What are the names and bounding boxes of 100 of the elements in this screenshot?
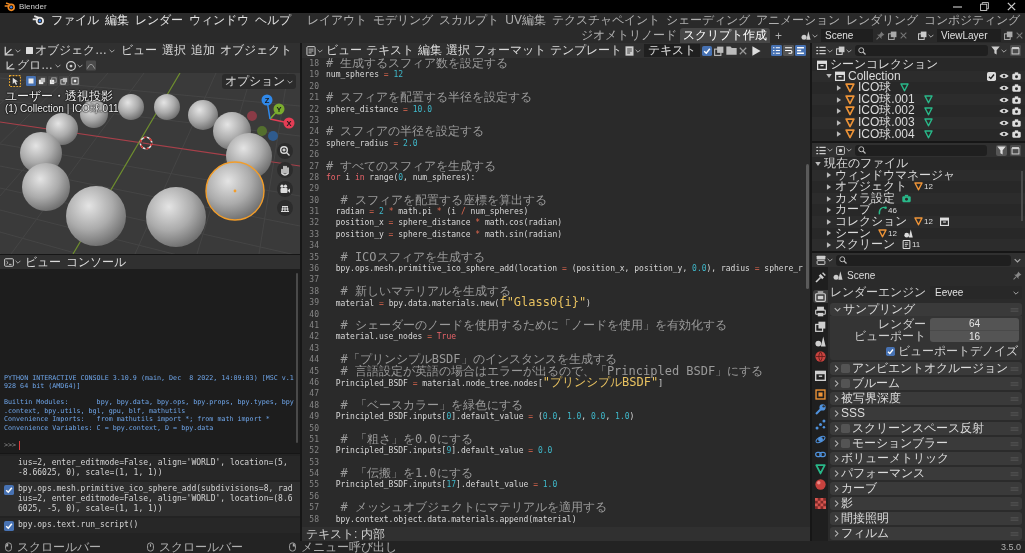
tree-item-label[interactable]: カーブ (835, 204, 871, 216)
workspace-tab[interactable]: コンポジティング (921, 13, 1023, 28)
caret-icon[interactable] (928, 33, 934, 38)
expand-arrow-icon[interactable] (826, 172, 832, 179)
chevron-icon[interactable] (834, 455, 839, 462)
expand-arrow-icon[interactable] (836, 85, 842, 91)
caret-icon[interactable] (77, 63, 83, 68)
stacked-squares-icon[interactable] (714, 45, 724, 56)
text-name-field[interactable]: テキスト (644, 44, 700, 57)
cone-sphere-icon[interactable] (801, 31, 811, 40)
menu-item[interactable]: ビュー (120, 43, 158, 58)
ring-icon[interactable] (66, 60, 76, 71)
panel-header[interactable]: ボリューメトリック (830, 452, 1022, 465)
caret-icon[interactable] (15, 260, 21, 264)
menu-item[interactable]: ファイル (48, 13, 103, 28)
caret-icon[interactable] (846, 48, 852, 53)
stacked-squares-icon[interactable] (918, 31, 927, 40)
blender-file-button[interactable] (836, 145, 852, 155)
panel-header[interactable]: パフォーマンス (830, 467, 1022, 480)
tree-item-label[interactable]: シーンコレクション (830, 59, 938, 71)
restore-icon[interactable] (980, 2, 989, 11)
caret-icon[interactable] (812, 33, 818, 38)
stacked-squares-icon[interactable] (836, 46, 845, 55)
number-field[interactable]: 64 (930, 318, 1019, 330)
caret-icon[interactable] (1013, 290, 1019, 295)
camera-icon[interactable] (1012, 130, 1021, 139)
caret-icon[interactable] (1001, 48, 1007, 53)
camera-icon[interactable] (1012, 107, 1021, 116)
report-row[interactable]: ius=2, enter_editmode=False, align='WORLD', location=(5, -8.66025, 0), scale=(1, 1, 1)) (0, 456, 300, 480)
axes-icon[interactable] (6, 61, 15, 70)
display-mode-button[interactable] (816, 46, 833, 55)
search-field[interactable] (855, 144, 987, 156)
checkbox[interactable] (841, 424, 850, 433)
panel-title[interactable]: SSS (841, 407, 865, 420)
panel-header[interactable]: SSS (830, 407, 1022, 420)
cursor-box-icon[interactable] (9, 75, 21, 87)
workspace-tab[interactable]: スクリプト作成 (680, 28, 770, 43)
list-icon[interactable] (816, 145, 826, 155)
workspace-tab[interactable]: テクスチャペイント (549, 13, 663, 28)
number-field[interactable]: 16 (930, 330, 1019, 342)
squares-icon[interactable] (26, 76, 36, 86)
caret-icon[interactable] (55, 63, 61, 68)
expand-arrow-icon[interactable] (826, 184, 832, 190)
workspace-tab[interactable]: スカルプト (436, 13, 503, 28)
stacked-squares-icon[interactable] (888, 31, 897, 40)
view-layer-button[interactable] (836, 46, 852, 55)
panel-title[interactable]: パフォーマンス (841, 467, 925, 480)
menu-item[interactable]: ヘルプ (252, 13, 295, 28)
panel-title[interactable]: カーブ (841, 482, 877, 495)
squares-icon[interactable] (48, 76, 58, 86)
grid-icon[interactable] (277, 200, 293, 216)
wrap-arrow-icon[interactable] (783, 45, 794, 56)
expand-arrow-icon[interactable] (815, 160, 821, 167)
menu-item[interactable]: テキスト (365, 42, 415, 59)
tree-item-label[interactable]: オブジェクト (835, 181, 907, 193)
chevron-icon[interactable] (834, 440, 839, 447)
panel-title[interactable]: サンプリング (843, 303, 915, 316)
scene-browse-button[interactable] (801, 31, 818, 40)
panel-header[interactable]: 影 (830, 497, 1022, 510)
add-workspace-button[interactable]: + (770, 28, 787, 43)
view-layer-name-field[interactable]: ViewLayer (937, 29, 1001, 42)
search-icon[interactable] (858, 146, 866, 154)
caret-icon[interactable] (827, 258, 833, 262)
menu-item[interactable]: レンダー (132, 13, 187, 28)
camera-icon[interactable] (1012, 84, 1021, 92)
scrollbar-thumb[interactable] (296, 273, 298, 443)
expand-arrow-icon[interactable] (836, 119, 842, 126)
orientation-dropdown[interactable]: グロ… (4, 58, 63, 73)
panel-title[interactable]: アンビエントオクルージョン (852, 362, 1008, 375)
camera-icon[interactable] (1012, 95, 1021, 104)
box-tile-icon[interactable] (1010, 45, 1021, 56)
panel-title[interactable]: ブルーム (852, 377, 900, 390)
expand-arrow-icon[interactable] (826, 218, 832, 225)
list-icon[interactable] (816, 46, 826, 55)
panel-title[interactable]: フィルム (841, 527, 889, 540)
pin-icon[interactable] (876, 31, 885, 40)
chevron-icon[interactable] (834, 410, 839, 417)
workspace-tab[interactable]: アニメーション (753, 13, 843, 28)
caret-icon[interactable] (635, 48, 641, 53)
snap-button[interactable] (66, 58, 83, 73)
tree-item-label[interactable]: シーン (835, 227, 871, 240)
tree-item-label[interactable]: コレクション (835, 215, 907, 228)
panel-title[interactable]: スクリーンスペース反射 (852, 422, 984, 435)
eye-icon[interactable] (999, 131, 1009, 138)
squares-icon[interactable] (37, 76, 47, 86)
caret-icon[interactable] (109, 48, 115, 53)
caret-icon[interactable] (827, 48, 833, 53)
workspace-tab[interactable]: モデリング (370, 13, 437, 28)
play-icon[interactable] (752, 45, 761, 56)
menu-item[interactable]: ウィンドウ (186, 13, 253, 28)
menu-item[interactable]: オブジェクト (219, 43, 293, 58)
chevron-icon[interactable] (834, 395, 839, 402)
search-field[interactable] (855, 45, 988, 56)
report-row[interactable]: bpy.ops.text.run_script() (0, 518, 300, 533)
box-tile-icon[interactable] (1010, 144, 1021, 156)
negative-z-axis-handle[interactable] (268, 131, 278, 141)
checkbox[interactable] (987, 71, 996, 81)
expand-arrow-icon[interactable] (826, 230, 832, 237)
chevron-icon[interactable] (834, 485, 839, 492)
panel-title[interactable]: モーションブラー (852, 437, 948, 450)
